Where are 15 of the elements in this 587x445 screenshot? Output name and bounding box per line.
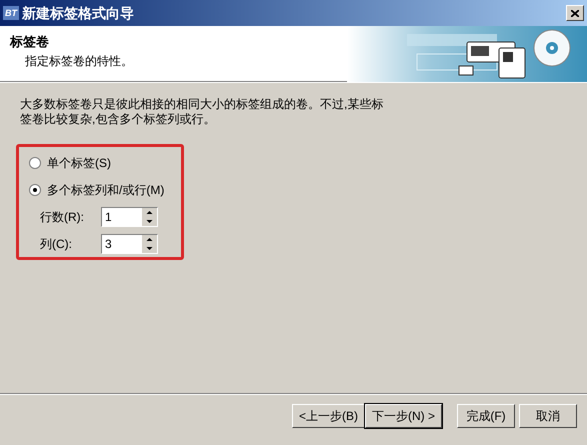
page-subtitle: 指定标签卷的特性。 <box>24 52 133 70</box>
field-label: 行数(R): <box>40 209 85 226</box>
number-spinner[interactable]: 3 <box>101 234 158 254</box>
radio-label[interactable]: 多个标签列和/或行(M) <box>47 181 164 199</box>
wizard-button[interactable]: 完成(F) <box>457 404 515 428</box>
radio-label[interactable]: 单个标签(S) <box>47 154 111 172</box>
wizard-button[interactable]: 下一步(N) > <box>365 404 442 428</box>
window-title: 新建标签格式向导 <box>22 4 134 22</box>
number-spinner[interactable]: 1 <box>101 207 158 227</box>
wizard-button[interactable]: 取消 <box>519 404 577 428</box>
page-title: 标签卷 <box>10 33 50 51</box>
app-logo: BT <box>3 6 19 20</box>
wizard-button[interactable]: <上一步(B) <box>292 404 365 428</box>
field-label: 列(C): <box>40 236 73 253</box>
description-text: 大多数标签卷只是彼此相接的相同大小的标签组成的卷。不过,某些标签卷比较复杂,包含多个标签列或行。 <box>20 97 384 127</box>
